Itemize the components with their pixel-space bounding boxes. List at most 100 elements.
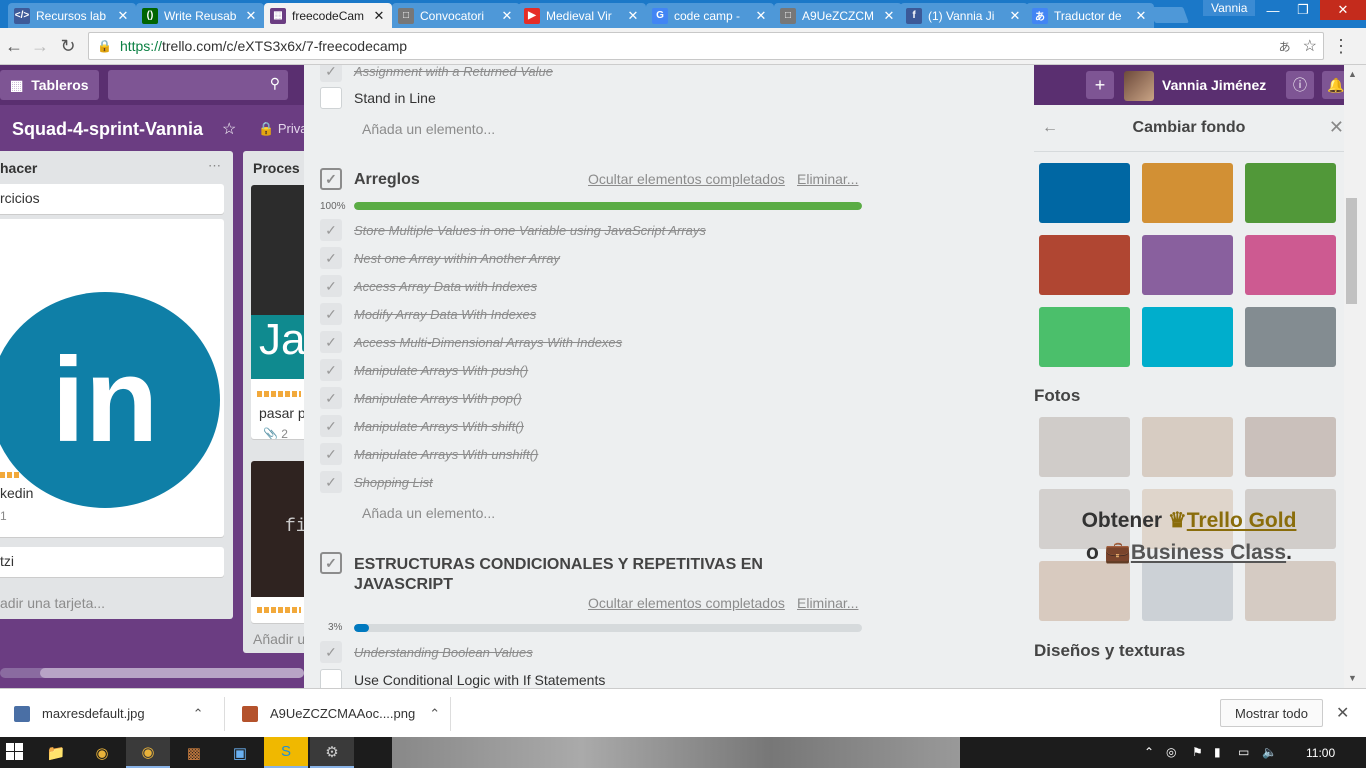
board-horizontal-scrollbar[interactable] — [0, 668, 304, 678]
background-color-swatch[interactable] — [1245, 163, 1336, 223]
background-color-swatch[interactable] — [1245, 235, 1336, 295]
browser-tab[interactable]: (​) Write Reusab ✕ — [136, 3, 264, 28]
browser-tab[interactable]: f (1) Vannia Ji ✕ — [900, 3, 1028, 28]
add-card-link[interactable]: Añadir u — [253, 631, 305, 647]
boards-button[interactable]: ▦ Tableros — [0, 70, 99, 100]
checklist-item-text[interactable]: Use Conditional Logic with If Statements — [354, 672, 605, 688]
checkbox-checked[interactable]: ✓ — [320, 359, 342, 381]
tab-close-icon[interactable]: ✕ — [754, 8, 768, 24]
window-close-icon[interactable]: ✕ — [1320, 0, 1366, 20]
checkbox-checked[interactable]: ✓ — [320, 471, 342, 493]
scroll-down-icon[interactable]: ▼ — [1348, 673, 1357, 683]
checkbox-checked[interactable]: ✓ — [320, 641, 342, 663]
checkbox-checked[interactable]: ✓ — [320, 275, 342, 297]
list-title[interactable]: hacer — [0, 160, 37, 176]
checkbox-checked[interactable]: ✓ — [320, 331, 342, 353]
checkbox-checked[interactable]: ✓ — [320, 387, 342, 409]
tab-close-icon[interactable]: ✕ — [882, 8, 896, 24]
reload-icon[interactable]: ↻ — [56, 34, 80, 58]
browser-tab[interactable]: ▦ freecodeCam ✕ — [264, 3, 392, 28]
background-color-swatch[interactable] — [1039, 307, 1130, 367]
checkbox-unchecked[interactable] — [320, 669, 342, 688]
checkbox-checked[interactable]: ✓ — [320, 219, 342, 241]
board-title[interactable]: Squad-4-sprint-Vannia — [12, 119, 203, 140]
checklist-title[interactable]: Arreglos — [354, 171, 420, 189]
list-menu-icon[interactable]: ⋯ — [208, 158, 221, 174]
back-icon[interactable]: ← — [2, 34, 26, 58]
windows-start-icon[interactable] — [6, 743, 24, 761]
trello-gold-link[interactable]: Trello Gold — [1187, 509, 1297, 532]
network-icon[interactable]: ◎ — [1166, 745, 1176, 759]
checklist-item[interactable]: ✓ Manipulate Arrays With pop() — [320, 387, 880, 409]
battery-icon[interactable]: ▮ — [1214, 745, 1221, 759]
flag-icon[interactable]: ⚑ — [1192, 745, 1203, 759]
checklist-item[interactable]: ✓ Manipulate Arrays With shift() — [320, 415, 880, 437]
checklist-item[interactable]: Use Conditional Logic with If Statements — [320, 669, 880, 688]
bookmark-star-icon[interactable]: ☆ — [1303, 36, 1317, 56]
add-item-link[interactable]: Añada un elemento... — [362, 505, 495, 521]
checklist-item-text[interactable]: Access Array Data with Indexes — [354, 279, 537, 294]
card-tzi[interactable]: tzi — [0, 547, 224, 577]
hide-completed-link[interactable]: Ocultar elementos completados — [588, 595, 785, 611]
delete-checklist-link[interactable]: Eliminar... — [797, 595, 858, 611]
add-icon[interactable]: + — [1086, 71, 1114, 99]
card-javascript[interactable]: Ja pasar p 📎 2 — [251, 185, 311, 439]
checklist-item[interactable]: ✓ Understanding Boolean Values — [320, 641, 880, 663]
checklist-item-text[interactable]: Manipulate Arrays With shift() — [354, 419, 524, 434]
checklist-item-text[interactable]: Assignment with a Returned Value — [354, 65, 553, 79]
browser-menu-icon[interactable]: ⋮ — [1332, 36, 1350, 57]
scrollbar-thumb[interactable] — [40, 668, 304, 678]
checklist-item[interactable]: ✓ Assignment with a Returned Value — [320, 65, 880, 82]
scrollbar-thumb[interactable] — [1346, 198, 1357, 304]
hide-completed-link[interactable]: Ocultar elementos completados — [588, 171, 785, 187]
card-exercises[interactable]: rcicios — [0, 184, 224, 214]
address-bar[interactable]: 🔒 https://trello.com/c/eXTS3x6x/7-freeco… — [88, 32, 1324, 60]
skype-icon[interactable]: S — [264, 737, 308, 768]
browser-profile-button[interactable]: Vannia — [1203, 0, 1256, 16]
close-icon[interactable]: ✕ — [1336, 703, 1349, 723]
background-photo[interactable] — [1039, 561, 1130, 621]
app-icon[interactable]: ▩ — [172, 737, 216, 768]
checklist-item-text[interactable]: Modify Array Data With Indexes — [354, 307, 536, 322]
checklist-item-text[interactable]: Nest one Array within Another Array — [354, 251, 560, 266]
checkbox-checked[interactable]: ✓ — [320, 303, 342, 325]
delete-checklist-link[interactable]: Eliminar... — [797, 171, 858, 187]
checklist-item-text[interactable]: Stand in Line — [354, 90, 436, 106]
tab-close-icon[interactable]: ✕ — [626, 8, 640, 24]
list-title[interactable]: Proces — [253, 160, 300, 176]
clock[interactable]: 11:00 — [1306, 746, 1335, 760]
background-color-swatch[interactable] — [1142, 235, 1233, 295]
background-color-swatch[interactable] — [1245, 307, 1336, 367]
checklist-item[interactable]: ✓ Shopping List — [320, 471, 880, 493]
browser-tab[interactable]: あ Traductor de ✕ — [1026, 3, 1154, 28]
background-photo[interactable] — [1245, 417, 1336, 477]
user-name[interactable]: Vannia Jiménez — [1162, 77, 1266, 93]
checkbox-checked[interactable]: ✓ — [320, 247, 342, 269]
file-explorer-icon[interactable]: 📁 — [34, 737, 78, 768]
checkbox-checked[interactable]: ✓ — [320, 65, 342, 82]
close-icon[interactable]: ✕ — [1329, 117, 1344, 138]
checklist-item-text[interactable]: Shopping List — [354, 475, 433, 490]
tab-close-icon[interactable]: ✕ — [372, 8, 386, 24]
checklist-item-text[interactable]: Manipulate Arrays With pop() — [354, 391, 522, 406]
checklist-item[interactable]: ✓ Manipulate Arrays With push() — [320, 359, 880, 381]
volume-icon[interactable]: 🔈 — [1262, 745, 1277, 759]
forward-icon[interactable]: → — [28, 34, 52, 58]
info-icon[interactable]: ⓘ — [1286, 71, 1314, 99]
checklist-title[interactable]: ESTRUCTURAS CONDICIONALES Y REPETITIVAS … — [354, 555, 763, 595]
checkbox-unchecked[interactable] — [320, 87, 342, 109]
background-color-swatch[interactable] — [1039, 235, 1130, 295]
add-item-link[interactable]: Añada un elemento... — [362, 121, 495, 137]
checklist-item-text[interactable]: Understanding Boolean Values — [354, 645, 533, 660]
checklist-item[interactable]: ✓ Access Multi-Dimensional Arrays With In… — [320, 331, 880, 353]
checkbox-checked[interactable]: ✓ — [320, 443, 342, 465]
store-icon[interactable]: ▣ — [218, 737, 262, 768]
tray-expand-icon[interactable]: ⌃ — [1144, 745, 1154, 759]
checklist-item[interactable]: ✓ Nest one Array within Another Array — [320, 247, 880, 269]
browser-tab[interactable]: □ A9UeZCZCM ✕ — [774, 3, 902, 28]
chrome-icon[interactable]: ◉ — [80, 737, 124, 768]
minimize-icon[interactable]: — — [1258, 0, 1288, 20]
chrome-active-icon[interactable]: ◉ — [126, 737, 170, 768]
checklist-item[interactable]: ✓ Modify Array Data With Indexes — [320, 303, 880, 325]
background-color-swatch[interactable] — [1142, 163, 1233, 223]
